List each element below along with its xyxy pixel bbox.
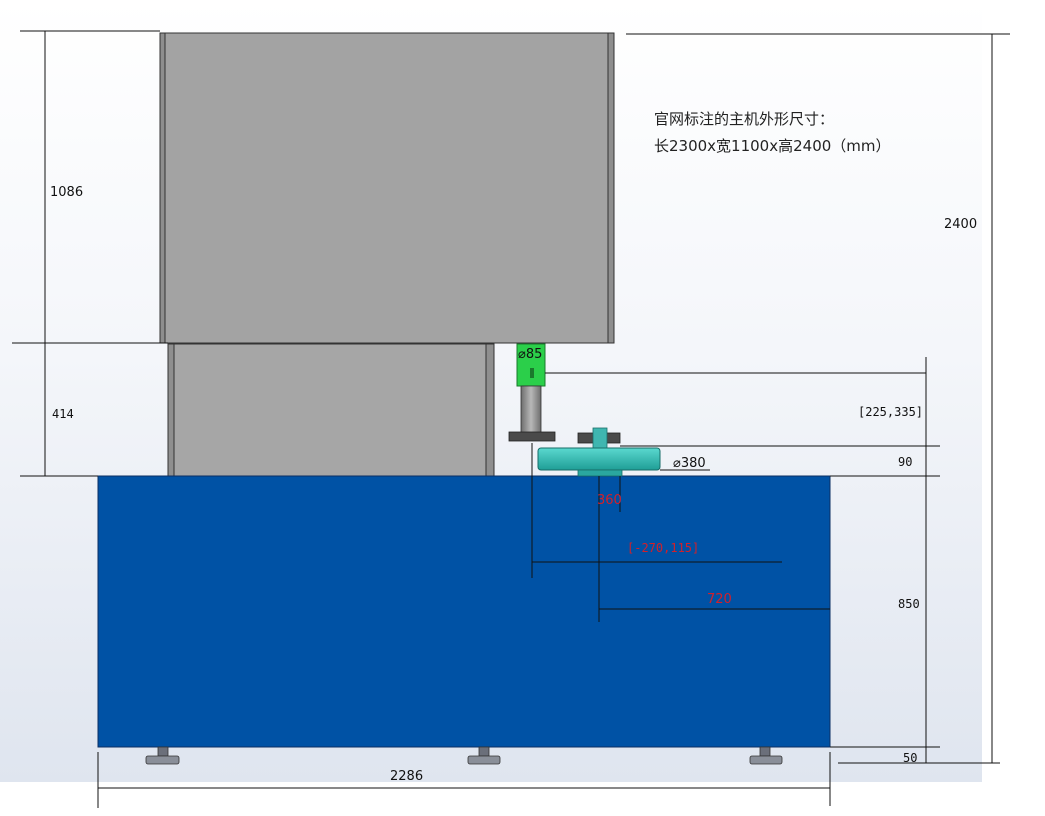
dim-shaft-diameter: ⌀85 — [518, 347, 542, 362]
dim-offset-coord: [225,335] — [858, 405, 923, 419]
dim-middle-height: 414 — [52, 407, 74, 421]
dim-red-coord: [-270,115] — [627, 541, 699, 555]
dim-center-offset: 720 — [707, 592, 732, 607]
dim-base-height: 850 — [898, 597, 920, 611]
upper-cabinet — [159, 32, 615, 344]
dim-disc-diameter: ⌀380 — [673, 456, 706, 471]
dim-base-width: 2286 — [390, 769, 423, 784]
dim-total-height: 2400 — [944, 217, 977, 232]
engineering-drawing: 官网标注的主机外形尺寸： 长2300x宽1100x高2400（mm） 1086 … — [0, 0, 1010, 808]
middle-cabinet — [167, 343, 495, 477]
dim-hub-width: 360 — [597, 493, 622, 508]
spec-note-line2: 长2300x宽1100x高2400（mm） — [654, 137, 891, 155]
spec-note-line1: 官网标注的主机外形尺寸： — [654, 110, 834, 128]
dim-disc-band: 90 — [898, 455, 912, 469]
dim-upper-height: 1086 — [50, 185, 83, 200]
dim-foot-height: 50 — [903, 751, 917, 765]
base-body — [97, 475, 831, 748]
